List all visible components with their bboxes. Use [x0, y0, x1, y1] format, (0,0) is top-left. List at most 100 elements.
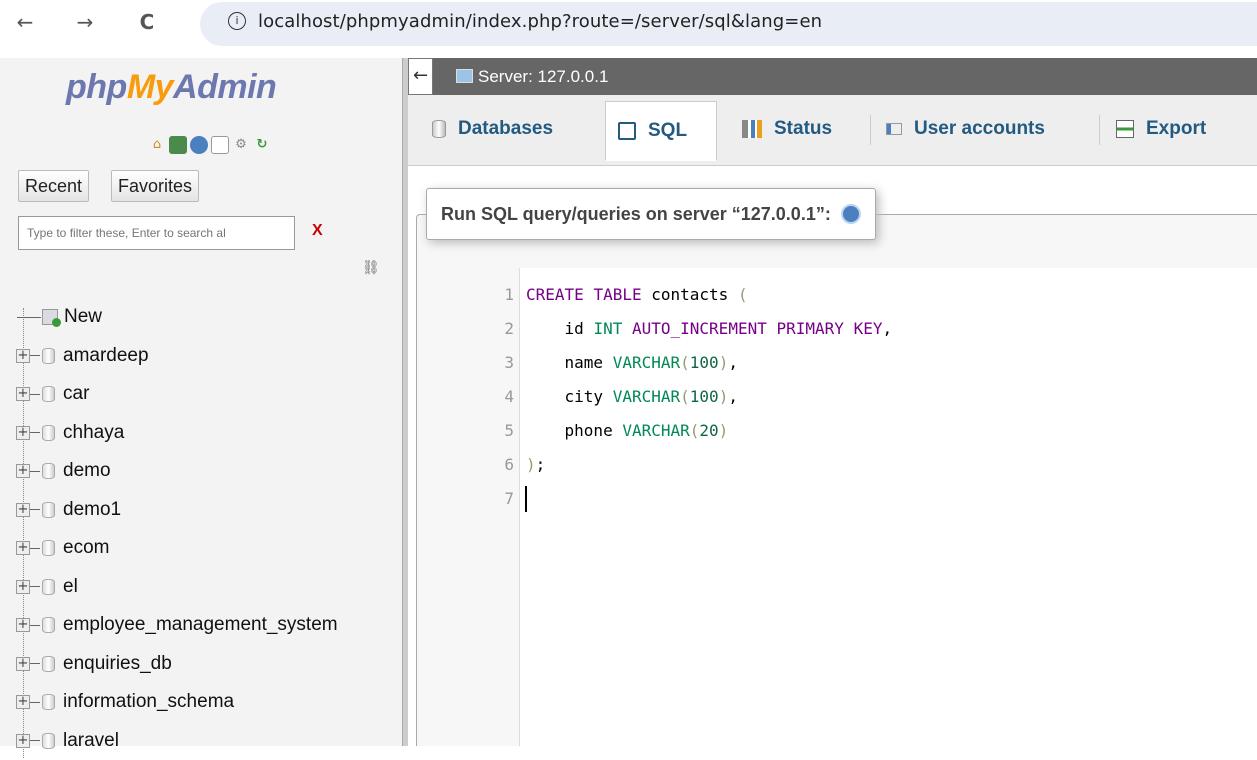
site-info-icon[interactable]: i: [228, 12, 246, 30]
database-icon: [42, 617, 55, 633]
expand-icon[interactable]: +: [16, 503, 30, 517]
expand-icon[interactable]: +: [16, 657, 30, 671]
settings-gear-icon[interactable]: ⚙: [232, 136, 250, 154]
export-icon: [1116, 120, 1134, 138]
home-icon[interactable]: ⌂: [148, 136, 166, 154]
tab-recent[interactable]: Recent: [18, 170, 89, 202]
tree-item-database[interactable]: + amardeep: [14, 337, 402, 376]
tab-user-accounts[interactable]: User accounts: [874, 107, 1096, 151]
tab-label: Databases: [458, 118, 553, 140]
database-name[interactable]: demo1: [63, 499, 121, 521]
tab-label: User accounts: [914, 118, 1045, 140]
tree-item-database[interactable]: + demo1: [14, 491, 402, 530]
tree-item-database[interactable]: + employee_management_system: [14, 606, 402, 645]
tree-item-database[interactable]: + enquiries_db: [14, 645, 402, 684]
tab-separator: [1099, 115, 1100, 145]
database-name[interactable]: laravel: [63, 730, 119, 752]
link-with-main-panel-icon[interactable]: ⛓: [362, 260, 380, 276]
expand-icon[interactable]: +: [16, 387, 30, 401]
tab-status[interactable]: Status: [730, 107, 860, 151]
tab-favorites[interactable]: Favorites: [111, 170, 199, 202]
tree-connector: [30, 355, 40, 356]
database-icon: [42, 463, 55, 479]
tree-item-database[interactable]: + information_schema: [14, 683, 402, 722]
database-name[interactable]: chhaya: [63, 422, 124, 444]
new-database-icon: [42, 309, 58, 325]
collapse-navigation-icon[interactable]: ←: [408, 58, 433, 95]
server-breadcrumb-bar: ← Server: 127.0.0.1: [408, 58, 1257, 95]
line-number: 7: [442, 482, 514, 516]
tree-connector: [30, 509, 40, 510]
expand-icon[interactable]: +: [16, 464, 30, 478]
tree-connector: [30, 625, 40, 626]
database-name[interactable]: amardeep: [63, 345, 149, 367]
tab-databases[interactable]: Databases: [420, 107, 606, 151]
tree-connector: [30, 394, 40, 395]
database-tree: New +amardeep +car +chhaya +demo +demo1 …: [14, 298, 402, 760]
tree-item-database[interactable]: + el: [14, 568, 402, 607]
database-icon: [42, 348, 55, 364]
tree-item-database[interactable]: + ecom: [14, 529, 402, 568]
new-label[interactable]: New: [64, 306, 102, 328]
database-icon: [42, 540, 55, 556]
forward-arrow-icon[interactable]: →: [72, 8, 98, 36]
query-panel-title: Run SQL query/queries on server “127.0.0…: [441, 189, 831, 239]
database-name[interactable]: ecom: [63, 537, 109, 559]
expand-icon[interactable]: +: [16, 580, 30, 594]
code-line[interactable]: name VARCHAR(100),: [526, 346, 738, 380]
back-arrow-icon[interactable]: ←: [12, 8, 38, 36]
top-menu-tabs: Databases SQL Status User accounts Expor…: [408, 95, 1257, 166]
sql-document-icon: [618, 122, 636, 140]
code-line[interactable]: phone VARCHAR(20): [526, 414, 728, 448]
logo-admin: Admin: [173, 68, 276, 106]
user-accounts-icon: [886, 123, 902, 135]
help-icon[interactable]: [190, 136, 208, 154]
tree-item-new[interactable]: New: [14, 298, 402, 337]
navigation-panel: phpMyAdmin ⌂ ⚙ ↻ Recent Favorites X ⛓ Ne…: [0, 58, 402, 746]
expand-icon[interactable]: +: [16, 541, 30, 555]
tree-item-database[interactable]: + chhaya: [14, 414, 402, 453]
database-name[interactable]: demo: [63, 460, 111, 482]
exit-icon[interactable]: [169, 136, 187, 154]
code-line[interactable]: );: [526, 448, 545, 482]
clear-filter-button[interactable]: X: [312, 222, 323, 240]
expand-icon[interactable]: +: [16, 618, 30, 632]
code-line[interactable]: city VARCHAR(100),: [526, 380, 738, 414]
expand-icon[interactable]: +: [16, 695, 30, 709]
phpmyadmin-logo[interactable]: phpMyAdmin: [66, 68, 276, 107]
tree-item-database[interactable]: + car: [14, 375, 402, 414]
database-name[interactable]: el: [63, 576, 78, 598]
database-name[interactable]: car: [63, 383, 89, 405]
tab-separator: [870, 115, 871, 145]
url-text[interactable]: localhost/phpmyadmin/index.php?route=/se…: [258, 11, 822, 32]
database-icon: [42, 656, 55, 672]
help-icon[interactable]: [841, 204, 861, 224]
database-name[interactable]: information_schema: [63, 691, 234, 713]
docs-icon[interactable]: [211, 136, 229, 154]
reload-icon[interactable]: C: [134, 8, 160, 36]
code-line[interactable]: CREATE TABLE contacts (: [526, 278, 748, 312]
database-name[interactable]: enquiries_db: [63, 653, 172, 675]
line-number: 5: [442, 414, 514, 448]
filter-databases-input[interactable]: [18, 216, 295, 250]
tree-connector: [30, 663, 40, 664]
address-bar[interactable]: i localhost/phpmyadmin/index.php?route=/…: [200, 2, 1257, 46]
tab-export[interactable]: Export: [1104, 107, 1254, 151]
tree-item-database[interactable]: + demo: [14, 452, 402, 491]
text-cursor: [525, 486, 527, 512]
tree-connector: [17, 317, 41, 318]
line-number: 3: [442, 346, 514, 380]
expand-icon[interactable]: +: [16, 349, 30, 363]
database-name[interactable]: employee_management_system: [63, 614, 338, 636]
tab-sql[interactable]: SQL: [605, 101, 717, 161]
reload-navigation-icon[interactable]: ↻: [253, 136, 271, 154]
tree-connector: [30, 586, 40, 587]
expand-icon[interactable]: +: [16, 426, 30, 440]
server-breadcrumb[interactable]: Server: 127.0.0.1: [478, 67, 608, 87]
code-line[interactable]: id INT AUTO_INCREMENT PRIMARY KEY,: [526, 312, 892, 346]
tree-item-database[interactable]: +laravel: [14, 722, 402, 760]
database-icon: [432, 120, 446, 138]
sql-code-editor[interactable]: 1 2 3 4 5 6 7 CREATE TABLE contacts ( id…: [442, 268, 1257, 746]
tree-connector: [30, 548, 40, 549]
line-number: 4: [442, 380, 514, 414]
